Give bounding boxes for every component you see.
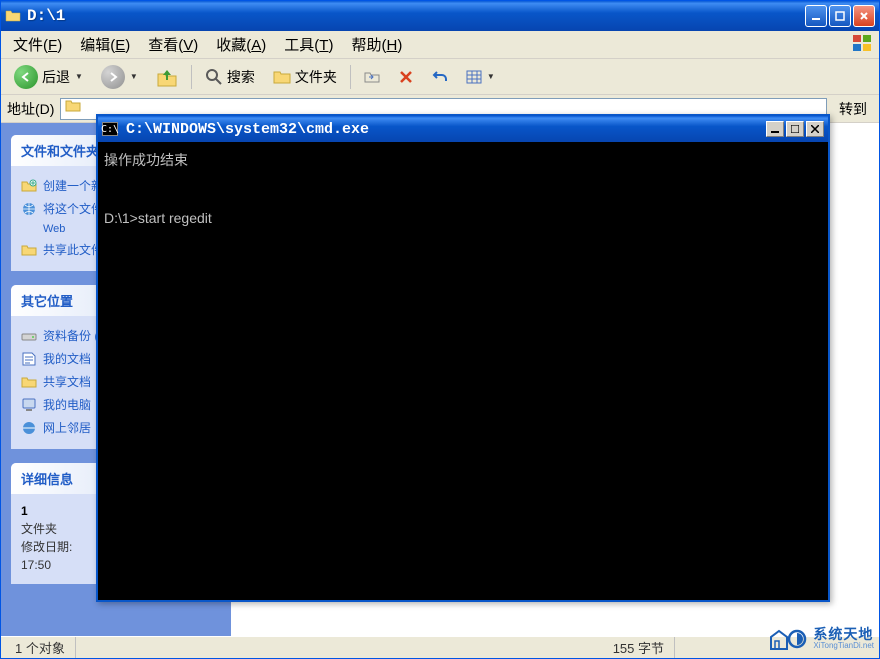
folder-icon [65,98,81,119]
minimize-button[interactable] [805,5,827,27]
watermark-en: XiTongTianDi.net [813,642,874,651]
share-icon [21,242,37,258]
status-bar: 1 个对象 155 字节 [1,636,879,658]
back-label: 后退 [42,67,70,87]
undo-icon [432,69,448,85]
cmd-output[interactable]: 操作成功结束 D:\1>start regedit [98,142,828,600]
goto-button[interactable]: 转到 [833,97,873,121]
cmd-line-1: 操作成功结束 [104,152,188,168]
back-icon [14,65,38,89]
menu-file[interactable]: 文件(F) [7,31,68,58]
moveto-icon [364,69,380,85]
cmd-title: C:\WINDOWS\system32\cmd.exe [126,121,764,138]
forward-button[interactable]: ▼ [94,61,145,93]
watermark-cn: 系统天地 [813,627,874,642]
shared-docs-icon [21,374,37,390]
views-button[interactable]: ▼ [459,65,502,89]
cmd-window[interactable]: C:\ C:\WINDOWS\system32\cmd.exe 操作成功结束 D… [96,114,830,602]
menu-bar: 文件(F) 编辑(E) 查看(V) 收藏(A) 工具(T) 帮助(H) [1,31,879,59]
back-button[interactable]: 后退 ▼ [7,61,90,93]
cmd-minimize-button[interactable] [766,121,784,137]
address-label: 地址(D) [7,99,54,119]
folders-icon [273,68,291,86]
window-controls [805,5,875,27]
drive-icon [21,328,37,344]
folders-button[interactable]: 文件夹 [266,63,344,91]
menu-help[interactable]: 帮助(H) [345,31,408,58]
cmd-line-2: D:\1>start regedit [104,210,212,226]
moveto-button[interactable] [357,65,387,89]
new-folder-icon [21,178,37,194]
search-label: 搜索 [227,67,255,87]
explorer-titlebar[interactable]: D:\1 [1,1,879,31]
dropdown-arrow-icon: ▼ [487,72,495,81]
cmd-icon: C:\ [102,122,118,136]
cmd-maximize-button[interactable] [786,121,804,137]
undo-button[interactable] [425,65,455,89]
search-icon [205,68,223,86]
menu-edit[interactable]: 编辑(E) [74,31,136,58]
watermark: 系统天地 XiTongTianDi.net [767,625,874,653]
toolbar-separator [350,65,351,89]
up-button[interactable] [149,62,185,92]
search-button[interactable]: 搜索 [198,63,262,91]
forward-icon [101,65,125,89]
delete-button[interactable] [391,65,421,89]
panel-other-title: 其它位置 [21,291,73,310]
dropdown-arrow-icon: ▼ [75,72,83,81]
menu-favorites[interactable]: 收藏(A) [210,31,272,58]
status-size: 155 字节 [603,637,675,658]
cmd-titlebar[interactable]: C:\ C:\WINDOWS\system32\cmd.exe [98,116,828,142]
explorer-title: D:\1 [27,7,805,25]
close-button[interactable] [853,5,875,27]
my-docs-icon [21,351,37,367]
folders-label: 文件夹 [295,67,337,87]
my-computer-icon [21,397,37,413]
cmd-window-controls [764,121,824,137]
folder-icon [5,8,21,24]
up-icon [156,66,178,88]
network-icon [21,420,37,436]
views-icon [466,69,482,85]
publish-web-icon [21,201,37,217]
maximize-button[interactable] [829,5,851,27]
toolbar-separator [191,65,192,89]
status-objects: 1 个对象 [5,637,76,658]
panel-details-title: 详细信息 [21,469,73,488]
cmd-close-button[interactable] [806,121,824,137]
dropdown-arrow-icon: ▼ [130,72,138,81]
menu-tools[interactable]: 工具(T) [278,31,339,58]
menu-view[interactable]: 查看(V) [142,31,204,58]
watermark-icon [767,625,807,653]
windows-flag-icon [851,33,875,55]
toolbar: 后退 ▼ ▼ 搜索 文件夹 ▼ [1,59,879,95]
delete-icon [398,69,414,85]
